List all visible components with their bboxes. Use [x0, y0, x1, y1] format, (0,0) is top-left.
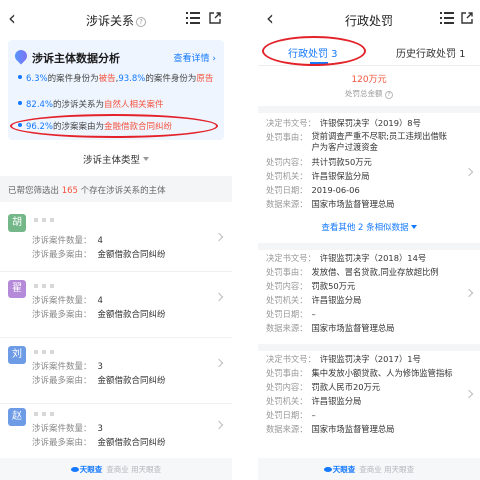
footer: 天眼查 查商业 用天眼查 [258, 458, 480, 480]
share-icon[interactable] [460, 11, 474, 25]
avatar: 胡 [8, 214, 26, 232]
total-amount-label: 处罚总金额 ? [258, 88, 480, 99]
doc-number: 决定书文号： 许银保罚决字（2019）8号 [266, 118, 421, 128]
penalty-record[interactable]: 决定书文号： 许银监罚决字（2017）1号 处罚事由： 集中发放小额贷款、人为修饰监… [258, 351, 480, 451]
entity-item[interactable]: 胡 涉诉案件数量： 4 涉诉最多案由： 金额借款合同纠纷 [0, 206, 232, 272]
analysis-title: 涉诉主体数据分析 [32, 52, 120, 65]
panel-gap [232, 0, 258, 480]
brand-logo: 天眼查 [323, 465, 355, 474]
list-icon[interactable] [186, 12, 200, 24]
entity-name-masked [32, 282, 68, 290]
penalty-reason: 处罚事由： 集中发放小额贷款、人为修饰监管指标 [266, 368, 453, 378]
eye-icon [323, 467, 332, 472]
list-icon[interactable] [440, 12, 454, 24]
analysis-logo-icon [12, 47, 30, 65]
data-source: 数据来源： 国家市场监督管理总局 [266, 424, 395, 434]
doc-number: 决定书文号： 许银监罚决字（2017）1号 [266, 354, 421, 364]
chevron-right-icon [214, 358, 224, 368]
penalty-summary: 120万元 处罚总金额 ? [258, 70, 480, 110]
chevron-right-icon [464, 288, 474, 298]
eye-icon [70, 467, 79, 472]
entity-item[interactable]: 翟 涉诉案件数量： 4 涉诉最多案由： 金额借款合同纠纷 [0, 272, 232, 338]
bullet-icon [18, 101, 22, 105]
highlight-oval [10, 114, 218, 138]
avatar: 翟 [8, 280, 26, 298]
admin-penalty-panel: ‹ 行政处罚 行政处罚 3 历史行政处罚 1 120万元 处罚总金额 ? 决定书… [258, 0, 480, 480]
penalty-authority: 处罚机关： 许昌银监分局 [266, 295, 362, 305]
penalty-content: 处罚内容： 罚款50万元 [266, 281, 356, 291]
footer: 天眼查 查商业 用天眼查 [0, 458, 232, 480]
avatar: 刘 [8, 346, 26, 364]
penalty-authority: 处罚机关： 许昌银保监分局 [266, 171, 370, 181]
total-amount: 120万元 [351, 75, 387, 85]
chevron-right-icon [214, 232, 224, 242]
chevron-right-icon [214, 420, 224, 430]
caret-down-icon [143, 157, 149, 161]
penalty-date: 处罚日期： – [266, 410, 316, 420]
top-cause: 涉诉最多案由： 金额借款合同纠纷 [32, 310, 166, 320]
filter-summary: 已帮您筛选出 165 个存在涉诉关系的主体 [0, 176, 232, 202]
caret-down-icon [410, 225, 417, 229]
stat-defendant-plaintiff: 6.3%的案件身份为被告,93.8%的案件身份为原告 [18, 72, 213, 84]
penalty-date: 处罚日期： 2019-06-06 [266, 185, 360, 195]
data-source: 数据来源： 国家市场监督管理总局 [266, 323, 395, 333]
help-icon[interactable]: ? [384, 91, 393, 99]
chevron-right-icon [464, 167, 474, 177]
view-more-similar-link[interactable]: 查看其他 2 条相似数据 [258, 221, 480, 233]
bullet-icon [18, 75, 22, 79]
penalty-record[interactable]: 决定书文号： 许银监罚决字（2018）14号 处罚事由： 发放借、冒名贷款,同业存放… [258, 250, 480, 346]
section-divider [258, 243, 480, 250]
share-icon[interactable] [208, 11, 222, 25]
section-divider [258, 344, 480, 351]
entity-name-masked [32, 410, 68, 418]
case-count: 涉诉案件数量： 3 [32, 424, 103, 434]
highlight-oval [262, 36, 366, 66]
brand-logo: 天眼查 [70, 465, 102, 474]
nav-bar: ‹ 行政处罚 [258, 0, 480, 40]
case-count: 涉诉案件数量： 4 [32, 236, 103, 246]
chevron-right-icon [464, 389, 474, 399]
entity-name-masked [32, 216, 68, 224]
entity-name-masked [32, 348, 68, 356]
doc-number: 决定书文号： 许银监罚决字（2018）14号 [266, 253, 427, 263]
entity-item[interactable]: 赵 涉诉案件数量： 3 涉诉最多案由： 金额借款合同纠纷 [0, 400, 232, 466]
stat-natural-person: 82.4%的涉诉关系为自然人相关案件 [18, 98, 164, 110]
section-divider [258, 106, 480, 113]
data-source: 数据来源： 国家市场监督管理总局 [266, 199, 395, 209]
avatar: 赵 [8, 408, 26, 426]
case-count: 涉诉案件数量： 3 [32, 362, 103, 372]
penalty-authority: 处罚机关： 许昌银监分局 [266, 396, 362, 406]
tab-history-penalty[interactable]: 历史行政处罚 1 [396, 45, 466, 60]
case-count: 涉诉案件数量： 4 [32, 296, 103, 306]
subject-type-dropdown[interactable]: 涉诉主体类型 [0, 152, 232, 166]
top-cause: 涉诉最多案由： 金额借款合同纠纷 [32, 376, 166, 386]
penalty-record[interactable]: 决定书文号： 许银保罚决字（2019）8号 处罚事由： 贷前调查严重不尽职;员工违规… [258, 113, 480, 243]
entity-item[interactable]: 刘 涉诉案件数量： 3 涉诉最多案由： 金额借款合同纠纷 [0, 338, 232, 404]
view-details-link[interactable]: 查看详情 › [174, 51, 216, 64]
chevron-right-icon [214, 292, 224, 302]
penalty-content: 处罚内容： 罚款人民币20万元 [266, 382, 381, 392]
top-cause: 涉诉最多案由： 金额借款合同纠纷 [32, 250, 166, 260]
penalty-reason: 处罚事由： 贷前调查严重不尽职;员工违规出借账户为客户过渡资金 [266, 131, 448, 152]
help-icon[interactable]: ? [136, 17, 146, 27]
penalty-reason: 处罚事由： 发放借、冒名贷款,同业存放超比例 [266, 267, 439, 277]
litigation-panel: ‹ 涉诉关系? 涉诉主体数据分析 查看详情 › 6.3%的案件身份为被告,93.… [0, 0, 232, 480]
nav-bar: ‹ 涉诉关系? [0, 0, 232, 40]
penalty-content: 处罚内容： 共计罚款50万元 [266, 157, 372, 167]
penalty-date: 处罚日期： – [266, 309, 316, 319]
top-cause: 涉诉最多案由： 金额借款合同纠纷 [32, 438, 166, 448]
